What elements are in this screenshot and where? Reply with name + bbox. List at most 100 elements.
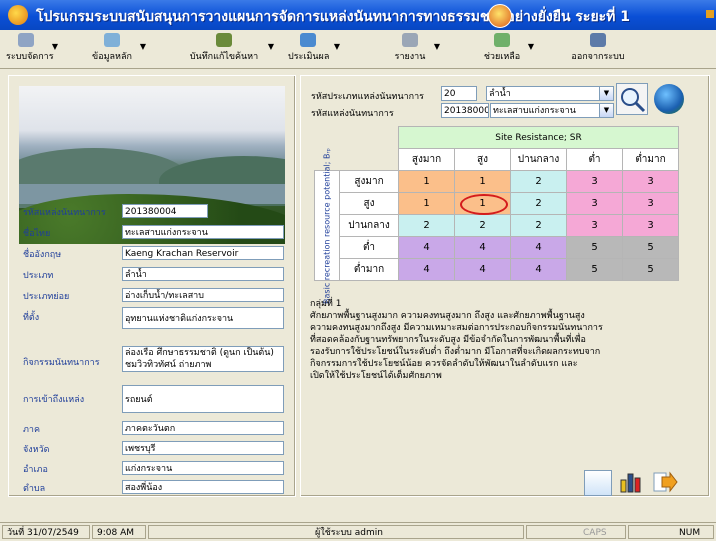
column-header: ต่ำมาก xyxy=(622,148,679,171)
status-date: วันที่ 31/07/2549 xyxy=(2,525,90,539)
matrix-cell[interactable]: 3 xyxy=(566,214,623,237)
matrix-cell[interactable]: 3 xyxy=(566,192,623,215)
report-icon xyxy=(402,33,418,47)
chevron-down-icon[interactable]: ▼ xyxy=(52,42,58,51)
matrix-cell[interactable]: 1 xyxy=(398,170,455,193)
type-name-select[interactable]: ลำน้ำ xyxy=(486,86,600,101)
thai-name-field[interactable]: ทะเลสาบแก่งกระจาน xyxy=(122,225,284,239)
globe-icon[interactable] xyxy=(654,84,684,114)
matrix-cell[interactable]: 2 xyxy=(510,170,567,193)
matrix-cell[interactable]: 2 xyxy=(510,214,567,237)
region-field[interactable]: ภาคตะวันตก xyxy=(122,421,284,435)
matrix-cell[interactable]: 5 xyxy=(622,258,679,281)
type-code-label: รหัสประเภทแหล่งนันทนาการ xyxy=(311,92,425,102)
result-line: เปิดให้ใช้ประโยชน์ได้เต็มศักยภาพ xyxy=(310,371,442,381)
status-num: NUM xyxy=(628,525,714,539)
matrix-cell[interactable]: 5 xyxy=(566,236,623,259)
subtype-label: ประเภทย่อย xyxy=(23,292,70,302)
district-label: อำเภอ xyxy=(23,465,48,475)
resistance-matrix: Site Resistance; SR สูงมาก สูง ปานกลาง ต… xyxy=(314,126,679,303)
site-resistance-header: Site Resistance; SR xyxy=(398,126,679,149)
result-line: ศักยภาพพื้นฐานสูงมาก ความคงทนสูงมาก ถึงส… xyxy=(310,311,585,321)
matrix-cell[interactable]: 2 xyxy=(510,192,567,215)
search-icon xyxy=(621,88,646,113)
thai-name-label: ชื่อไทย xyxy=(23,229,51,239)
toolbar-report-button[interactable]: รายงาน ▼ xyxy=(392,32,440,66)
chevron-down-icon[interactable]: ▼ xyxy=(334,42,340,51)
type-code-input[interactable]: 20 xyxy=(441,86,477,101)
matrix-cell[interactable]: 5 xyxy=(622,236,679,259)
type-field[interactable]: ลำน้ำ xyxy=(122,267,284,281)
toolbar-exit-button[interactable]: ออกจากระบบ xyxy=(570,32,626,66)
status-bar: วันที่ 31/07/2549 9:08 AM ผู้ใช้ระบบ adm… xyxy=(0,522,716,541)
site-code-label: รหัสแหล่งนันทนาการ xyxy=(23,208,106,218)
location-field[interactable]: อุทยานแห่งชาติแก่งกระจาน xyxy=(122,307,284,329)
help-icon xyxy=(494,33,510,47)
exit-icon xyxy=(590,33,606,47)
chevron-down-icon[interactable]: ▼ xyxy=(434,42,440,51)
next-button[interactable] xyxy=(652,470,678,494)
toolbar-data-button[interactable]: ข้อมูลหลัก ▼ xyxy=(90,32,146,66)
window-title: โปรแกรมระบบสนับสนุนการวางแผนการจัดการแหล… xyxy=(36,9,631,25)
site-name-select[interactable]: ทะเลสาบแก่งกระจาน xyxy=(490,103,600,118)
site-photo xyxy=(19,86,285,244)
site-details-panel: รหัสแหล่งนันทนาการ 201380004 ชื่อไทย ทะเ… xyxy=(8,75,296,497)
subdistrict-field[interactable]: สองพี่น้อง xyxy=(122,480,284,494)
search-button[interactable] xyxy=(616,83,648,115)
chevron-down-icon[interactable]: ▼ xyxy=(268,42,274,51)
english-name-field[interactable]: Kaeng Krachan Reservoir xyxy=(122,246,284,260)
toolbar-edit-button[interactable]: บันทึกแก้ไขค้นหา ▼ xyxy=(186,32,274,66)
result-description: กลุ่มที่ 1 ศักยภาพพื้นฐานสูงมาก ความคงทน… xyxy=(310,298,610,382)
result-line: กิจกรรมการใช้ประโยชน์น้อย ควรจัดลำดับให้… xyxy=(310,359,578,369)
matrix-cell[interactable]: 3 xyxy=(622,214,679,237)
toolbar-help-button[interactable]: ช่วยเหลือ ▼ xyxy=(482,32,534,66)
row-header: ต่ำมาก xyxy=(339,258,399,281)
arrow-right-icon xyxy=(653,471,678,493)
window-control-icon[interactable] xyxy=(706,10,714,18)
chevron-down-icon[interactable]: ▼ xyxy=(599,103,614,118)
chevron-down-icon[interactable]: ▼ xyxy=(140,42,146,51)
matrix-cell[interactable]: 1 xyxy=(454,170,511,193)
matrix-cell[interactable]: 5 xyxy=(566,258,623,281)
database-icon xyxy=(104,33,120,47)
matrix-cell[interactable]: 3 xyxy=(622,170,679,193)
matrix-cell[interactable]: 4 xyxy=(454,258,511,281)
settings-icon xyxy=(18,33,34,47)
chart-button[interactable] xyxy=(618,470,644,494)
activity-field[interactable]: ล่องเรือ ศึกษาธรรมชาติ (ดูนก เป็นต้น) ชม… xyxy=(122,346,284,372)
chevron-down-icon[interactable]: ▼ xyxy=(528,42,534,51)
result-line: รองรับการใช้ประโยชน์ในระดับต่ำ ถึงต่ำมาก… xyxy=(310,347,601,357)
bar-chart-icon xyxy=(620,473,641,493)
district-field[interactable]: แก่งกระจาน xyxy=(122,461,284,475)
matrix-cell-selected[interactable]: 1 xyxy=(454,192,511,215)
matrix-cell[interactable]: 4 xyxy=(454,236,511,259)
chevron-down-icon[interactable]: ▼ xyxy=(599,86,614,101)
matrix-cell[interactable]: 4 xyxy=(398,258,455,281)
matrix-cell[interactable]: 2 xyxy=(454,214,511,237)
matrix-cell[interactable]: 3 xyxy=(566,170,623,193)
type-label: ประเภท xyxy=(23,271,54,281)
toolbar-evaluate-button[interactable]: ประเมินผล ▼ xyxy=(288,32,340,66)
matrix-cell[interactable]: 4 xyxy=(510,258,567,281)
activity-label: กิจกรรมนันทนาการ xyxy=(23,358,100,368)
matrix-cell[interactable]: 4 xyxy=(398,236,455,259)
subtype-field[interactable]: อ่างเก็บน้ำ/ทะเลสาบ xyxy=(122,288,284,302)
access-field[interactable]: รถยนต์ xyxy=(122,385,284,413)
site-code-field[interactable]: 201380004 xyxy=(122,204,208,218)
province-field[interactable]: เพชรบุรี xyxy=(122,441,284,455)
matrix-cell[interactable]: 4 xyxy=(510,236,567,259)
report-export-button[interactable] xyxy=(584,470,612,496)
site-code-input[interactable]: 201380004 xyxy=(441,103,489,118)
status-time: 9:08 AM xyxy=(92,525,146,539)
title-bar: โปรแกรมระบบสนับสนุนการวางแผนการจัดการแหล… xyxy=(0,0,716,30)
province-label: จังหวัด xyxy=(23,445,50,455)
matrix-cell[interactable]: 3 xyxy=(622,192,679,215)
site-code-filter-label: รหัสแหล่งนันทนาการ xyxy=(311,109,394,119)
matrix-cell[interactable]: 1 xyxy=(398,192,455,215)
evaluate-icon xyxy=(300,33,316,47)
column-header: สูงมาก xyxy=(398,148,455,171)
english-name-label: ชื่ออังกฤษ xyxy=(23,250,62,260)
matrix-cell[interactable]: 2 xyxy=(398,214,455,237)
region-label: ภาค xyxy=(23,425,41,435)
toolbar-settings-button[interactable]: ระบบจัดการ ▼ xyxy=(6,32,58,66)
